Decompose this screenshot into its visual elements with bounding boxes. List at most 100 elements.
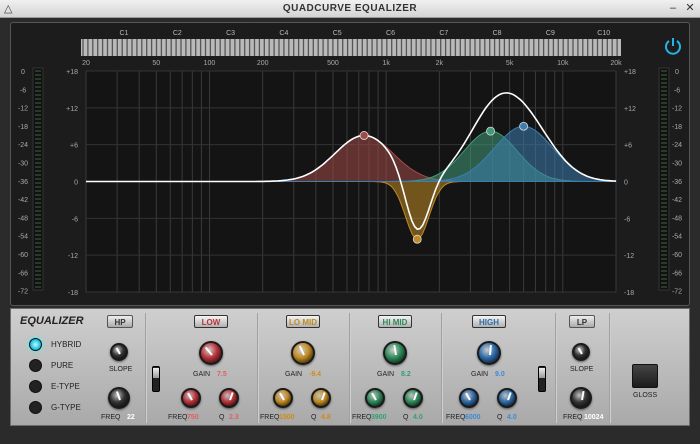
note-label: C6 — [386, 30, 395, 37]
lp-freq-knob[interactable] — [570, 387, 592, 409]
meter-segment — [661, 282, 667, 284]
meter-segment — [661, 174, 667, 176]
meter-segment — [661, 162, 667, 164]
freq-value-high: 6000 — [465, 414, 481, 421]
mode-led[interactable] — [29, 380, 42, 393]
hp-button[interactable]: HP — [107, 315, 133, 328]
meter-segment — [35, 238, 41, 240]
db-tick-label-right: -6 — [624, 216, 630, 223]
minimize-button[interactable]: – — [666, 3, 680, 15]
gain-knob-lomid[interactable] — [291, 341, 315, 365]
freq-tick-label: 5k — [506, 60, 514, 67]
meter-segment — [35, 110, 41, 112]
freq-knob-lomid[interactable] — [273, 388, 293, 408]
freq-knob-high[interactable] — [459, 388, 479, 408]
q-knob-himid[interactable] — [403, 388, 423, 408]
power-button[interactable] — [663, 36, 685, 58]
meter-segment — [661, 110, 667, 112]
window-title: QUADCURVE EQUALIZER — [282, 3, 418, 14]
knob-pointer — [298, 345, 305, 356]
lp-slope-knob[interactable] — [572, 343, 590, 361]
lp-slope-label: SLOPE — [570, 366, 594, 373]
mode-label: G-TYPE — [51, 403, 81, 412]
meter-segment — [661, 226, 667, 228]
mode-led[interactable] — [29, 401, 42, 414]
eq-graph[interactable]: C1 C2 C3 C4 C5 C6 C7 C8 C9 C10 20 50 100 200 500 1k 2k 5k… — [11, 23, 691, 307]
switch-handle — [539, 368, 545, 378]
lp-freq-value: 10024 — [584, 414, 604, 421]
note-label: C10 — [597, 30, 610, 37]
close-button[interactable]: ✕ — [683, 3, 697, 15]
meter-segment — [35, 274, 41, 276]
freq-tick-label: 2k — [436, 60, 444, 67]
freq-tick-label: 100 — [204, 60, 216, 67]
meter-segment — [35, 114, 41, 116]
hp-filter-switch[interactable] — [152, 366, 160, 392]
note-label: C1 — [120, 30, 129, 37]
knob-pointer — [187, 392, 193, 401]
q-knob-high[interactable] — [497, 388, 517, 408]
hp-freq-value: 22 — [127, 414, 135, 421]
meter-segment — [35, 146, 41, 148]
meter-segment — [661, 170, 667, 172]
meter-segment — [661, 218, 667, 220]
meter-segment — [35, 94, 41, 96]
db-tick-label-right: +18 — [624, 69, 636, 76]
meter-segment — [661, 142, 667, 144]
lp-button[interactable]: LP — [569, 315, 595, 328]
meter-tick-label: -60 — [672, 252, 682, 259]
meter-segment — [661, 278, 667, 280]
q-label: Q — [497, 414, 503, 421]
gloss-label: GLOSS — [633, 392, 658, 399]
gain-knob-high[interactable] — [477, 341, 501, 365]
band-button-low[interactable]: LOW — [194, 315, 228, 328]
meter-segment — [35, 230, 41, 232]
meter-segment — [661, 182, 667, 184]
lp-filter-switch[interactable] — [538, 366, 546, 392]
meter-segment — [661, 242, 667, 244]
db-tick-label-left: +12 — [66, 106, 78, 113]
meter-segment — [35, 250, 41, 252]
meter-segment — [661, 238, 667, 240]
gain-value-high: 9.0 — [495, 371, 505, 378]
hp-slope-knob[interactable] — [110, 343, 128, 361]
meter-tick-label: -42 — [672, 197, 682, 204]
mode-led[interactable] — [29, 359, 42, 372]
meter-segment — [661, 74, 667, 76]
hp-freq-label: FREQ — [101, 414, 121, 421]
meter-segment — [35, 226, 41, 228]
meter-tick-label: -48 — [18, 215, 28, 222]
meter-tick-label: -72 — [672, 289, 682, 296]
mode-led[interactable] — [29, 338, 42, 351]
meter-segment — [661, 146, 667, 148]
mode-label: E-TYPE — [51, 382, 80, 391]
note-label: C7 — [439, 30, 448, 37]
eq-display[interactable]: C1 C2 C3 C4 C5 C6 C7 C8 C9 C10 20 50 100 200 500 1k 2k 5k… — [10, 22, 690, 306]
meter-tick-label: -6 — [20, 87, 26, 94]
freq-knob-himid[interactable] — [365, 388, 385, 408]
freq-tick-label: 500 — [327, 60, 339, 67]
hp-freq-knob[interactable] — [108, 387, 130, 409]
gain-knob-himid[interactable] — [383, 341, 407, 365]
gloss-button[interactable] — [632, 364, 658, 388]
meter-segment — [35, 138, 41, 140]
knob-pointer — [371, 392, 377, 401]
meter-segment — [35, 182, 41, 184]
hp-slope-label: SLOPE — [109, 366, 133, 373]
meter-segment — [35, 70, 41, 72]
knob-pointer — [507, 392, 512, 401]
note-label: C5 — [333, 30, 342, 37]
band-button-lomid[interactable]: LO MID — [286, 315, 320, 328]
gain-knob-low[interactable] — [199, 341, 223, 365]
freq-knob-low[interactable] — [181, 388, 201, 408]
meter-segment — [35, 166, 41, 168]
q-knob-lomid[interactable] — [311, 388, 331, 408]
band-button-high[interactable]: HIGH — [472, 315, 506, 328]
meter-segment — [661, 134, 667, 136]
meter-tick-label: -24 — [672, 142, 682, 149]
meter-segment — [661, 70, 667, 72]
band-button-himid[interactable]: HI MID — [378, 315, 412, 328]
q-knob-low[interactable] — [219, 388, 239, 408]
meter-segment — [661, 206, 667, 208]
db-tick-label-right: +6 — [624, 143, 632, 150]
